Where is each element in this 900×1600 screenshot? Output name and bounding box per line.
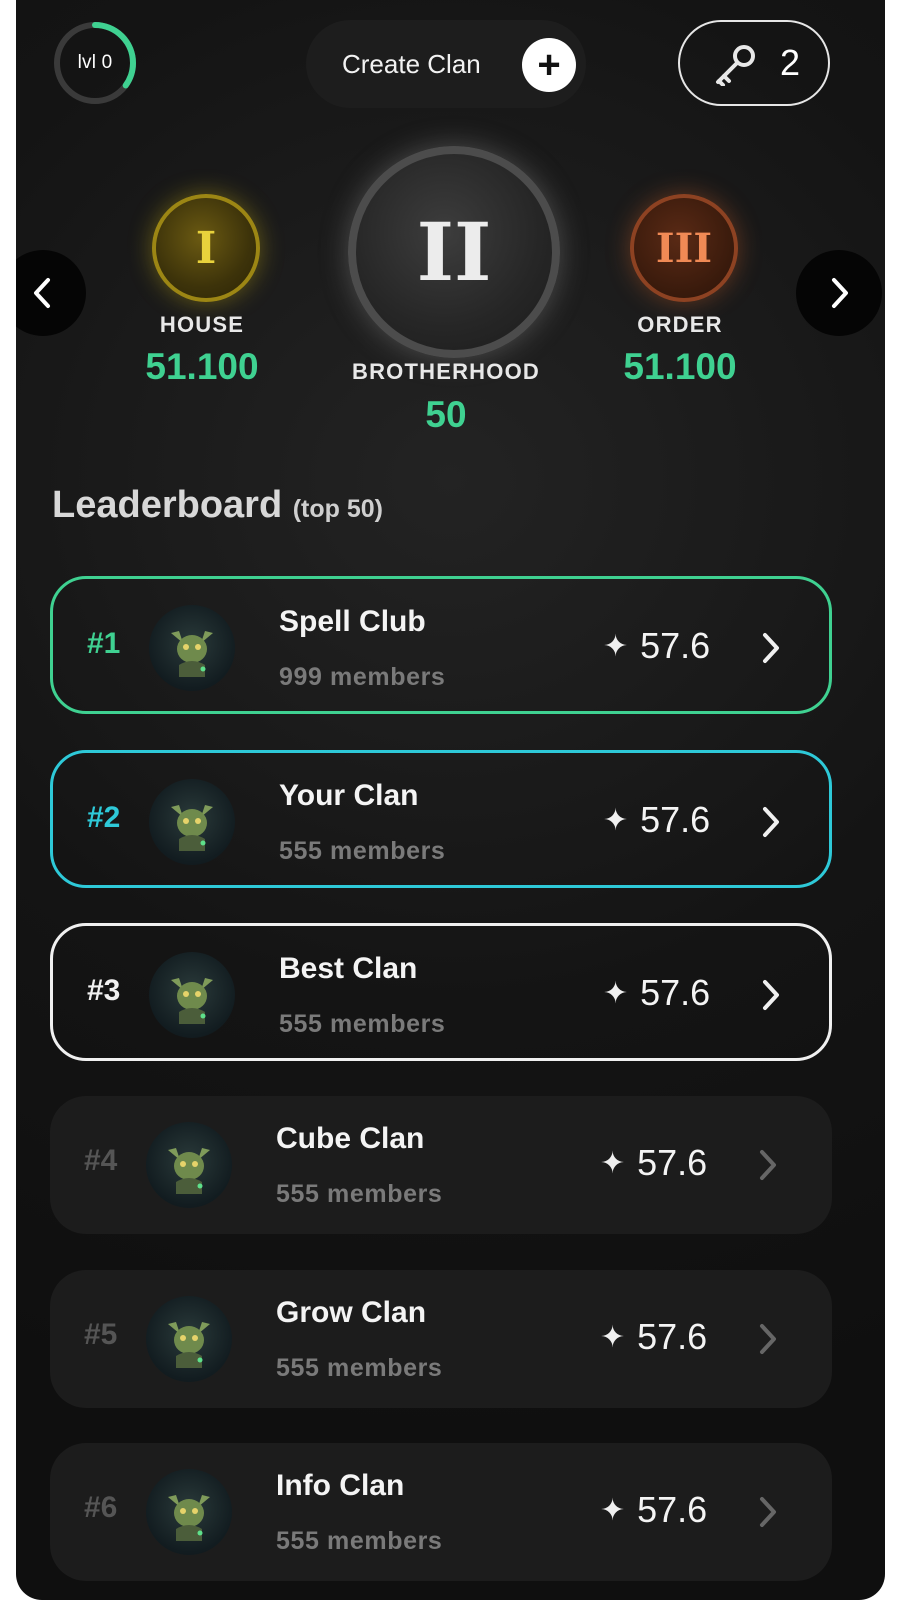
- leaderboard-row[interactable]: #4 Cube Clan 555 members ✦ 57.6: [50, 1096, 832, 1234]
- create-clan-label: Create Clan: [342, 48, 481, 79]
- clan-avatar: [146, 1469, 232, 1555]
- goblin-avatar-icon: [168, 1495, 210, 1541]
- leaderboard-heading: Leaderboard: [52, 484, 283, 526]
- clan-name: Grow Clan: [276, 1296, 427, 1329]
- level-label: lvl 0: [77, 52, 113, 73]
- clan-members: 555 members: [276, 1527, 443, 1555]
- house-numeral: I: [195, 222, 217, 274]
- chevron-right-icon[interactable]: [759, 978, 783, 1012]
- carousel-next-button[interactable]: [796, 250, 882, 336]
- goblin-avatar-icon: [168, 1148, 210, 1194]
- clan-name: Spell Club: [279, 605, 426, 638]
- leaderboard-title: Leaderboard (top 50): [52, 484, 383, 527]
- clan-score: ✦ 57.6: [603, 972, 710, 1014]
- rank-label: #1: [87, 627, 121, 660]
- plus-icon: +: [522, 38, 576, 92]
- level-indicator[interactable]: lvl 0: [52, 20, 138, 106]
- rank-label: #6: [84, 1491, 118, 1524]
- brotherhood-score: 50: [425, 394, 467, 435]
- leaderboard-row[interactable]: #3 Best Clan 555 members ✦ 57.6: [50, 923, 832, 1061]
- leaderboard-row[interactable]: #5 Grow Clan 555 members ✦ 57.6: [50, 1270, 832, 1408]
- carousel-prev-button[interactable]: [16, 250, 86, 336]
- brotherhood-badge[interactable]: II: [348, 146, 560, 358]
- keys-count: 2: [780, 42, 801, 83]
- leaderboard-row[interactable]: #6 Info Clan 555 members ✦ 57.6: [50, 1443, 832, 1581]
- clan-name: Cube Clan: [276, 1122, 425, 1155]
- leaderboard-row[interactable]: #2 Your Clan 555 members ✦ 57.6: [50, 750, 832, 888]
- chevron-right-icon[interactable]: [759, 631, 783, 665]
- sparkle-star-icon: ✦: [603, 976, 629, 1010]
- rank-label: #2: [87, 801, 121, 834]
- clan-score: ✦ 57.6: [600, 1316, 707, 1358]
- goblin-avatar-icon: [171, 631, 213, 677]
- rank-label: #3: [87, 974, 121, 1007]
- clan-members: 555 members: [279, 837, 446, 865]
- sparkle-star-icon: ✦: [600, 1320, 626, 1354]
- clan-score: ✦ 57.6: [603, 799, 710, 841]
- house-score: 51.100: [145, 346, 259, 387]
- chevron-right-icon: [832, 278, 848, 308]
- clan-avatar: [149, 952, 235, 1038]
- clan-name: Your Clan: [279, 779, 419, 812]
- clan-members: 555 members: [276, 1180, 443, 1208]
- clan-name: Best Clan: [279, 952, 418, 985]
- goblin-avatar-icon: [171, 805, 213, 851]
- clan-score: ✦ 57.6: [603, 625, 710, 667]
- clan-score-value: 57.6: [640, 625, 711, 666]
- create-clan-button[interactable]: Create Clan +: [306, 20, 586, 108]
- key-icon: [716, 45, 755, 86]
- sparkle-star-icon: ✦: [600, 1493, 626, 1527]
- clan-avatar: [149, 605, 235, 691]
- clan-score-value: 57.6: [637, 1142, 708, 1183]
- clan-members: 555 members: [279, 1010, 446, 1038]
- brotherhood-numeral: II: [416, 205, 492, 299]
- clan-score-value: 57.6: [640, 799, 711, 840]
- sparkle-star-icon: ✦: [603, 803, 629, 837]
- order-numeral: III: [655, 224, 713, 272]
- sparkle-star-icon: ✦: [600, 1146, 626, 1180]
- order-score: 51.100: [623, 346, 737, 387]
- chevron-right-icon[interactable]: [759, 805, 783, 839]
- clan-score: ✦ 57.6: [600, 1142, 707, 1184]
- rank-label: #4: [84, 1144, 118, 1177]
- clan-avatar: [146, 1296, 232, 1382]
- clan-score-value: 57.6: [637, 1489, 708, 1530]
- goblin-avatar-icon: [171, 978, 213, 1024]
- clan-name: Info Clan: [276, 1469, 405, 1502]
- house-badge[interactable]: I: [152, 194, 260, 302]
- chevron-right-icon[interactable]: [756, 1322, 780, 1356]
- sparkle-star-icon: ✦: [603, 629, 629, 663]
- clan-members: 999 members: [279, 663, 446, 691]
- clan-score-value: 57.6: [640, 972, 711, 1013]
- clan-avatar: [149, 779, 235, 865]
- keys-counter[interactable]: 2: [678, 20, 830, 106]
- house-name: HOUSE: [159, 312, 245, 337]
- leaderboard-subtitle: (top 50): [292, 495, 384, 523]
- app-screen: lvl 0 Create Clan + 2 I HOUSE 51.100 II …: [16, 0, 885, 1600]
- goblin-avatar-icon: [168, 1322, 210, 1368]
- clan-members: 555 members: [276, 1354, 443, 1382]
- brotherhood-name: BROTHERHOOD: [352, 359, 540, 384]
- chevron-left-icon: [34, 278, 50, 308]
- chevron-right-icon[interactable]: [756, 1495, 780, 1529]
- rank-label: #5: [84, 1318, 118, 1351]
- clan-avatar: [146, 1122, 232, 1208]
- clan-score: ✦ 57.6: [600, 1489, 707, 1531]
- order-name: ORDER: [637, 312, 723, 337]
- leaderboard-row[interactable]: #1 Spell Club 999 members ✦ 57.6: [50, 576, 832, 714]
- clan-score-value: 57.6: [637, 1316, 708, 1357]
- order-badge[interactable]: III: [630, 194, 738, 302]
- chevron-right-icon[interactable]: [756, 1148, 780, 1182]
